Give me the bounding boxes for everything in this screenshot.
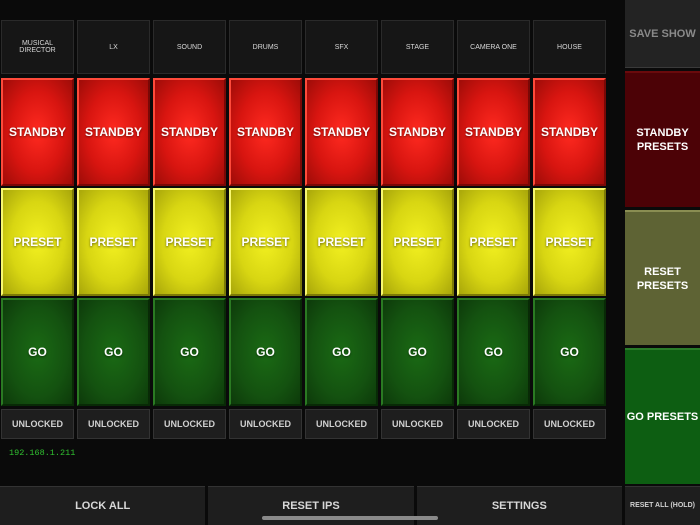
standby-button[interactable]: STANDBY (457, 78, 530, 186)
preset-button[interactable]: PRESET (229, 188, 302, 296)
standby-button[interactable]: STANDBY (533, 78, 606, 186)
go-button[interactable]: GO (457, 298, 530, 406)
preset-button[interactable]: PRESET (1, 188, 74, 296)
channel-column: MUSICAL DIRECTOR STANDBY PRESET GO UNLOC… (0, 20, 76, 439)
go-button[interactable]: GO (533, 298, 606, 406)
lock-toggle[interactable]: UNLOCKED (77, 409, 150, 439)
go-button[interactable]: GO (153, 298, 226, 406)
channel-name[interactable]: LX (77, 20, 150, 74)
standby-presets-button[interactable]: STANDBY PRESETS (625, 71, 700, 207)
standby-button[interactable]: STANDBY (229, 78, 302, 186)
preset-button[interactable]: PRESET (305, 188, 378, 296)
channel-name[interactable]: STAGE (381, 20, 454, 74)
channel-name[interactable]: SFX (305, 20, 378, 74)
standby-button[interactable]: STANDBY (153, 78, 226, 186)
standby-button[interactable]: STANDBY (77, 78, 150, 186)
lock-toggle[interactable]: UNLOCKED (457, 409, 530, 439)
ip-address: 192.168.1.211 (9, 448, 76, 458)
channel-column: SOUND STANDBY PRESET GO UNLOCKED (152, 20, 228, 439)
reset-presets-button[interactable]: RESET PRESETS (625, 210, 700, 345)
standby-button[interactable]: STANDBY (305, 78, 378, 186)
channel-column: SFX STANDBY PRESET GO UNLOCKED (304, 20, 380, 439)
go-button[interactable]: GO (305, 298, 378, 406)
preset-button[interactable]: PRESET (381, 188, 454, 296)
lock-toggle[interactable]: UNLOCKED (533, 409, 606, 439)
channel-column: CAMERA ONE STANDBY PRESET GO UNLOCKED (456, 20, 532, 439)
channel-column: HOUSE STANDBY PRESET GO UNLOCKED (532, 20, 608, 439)
lock-toggle[interactable]: UNLOCKED (1, 409, 74, 439)
lock-toggle[interactable]: UNLOCKED (381, 409, 454, 439)
channel-name[interactable]: CAMERA ONE (457, 20, 530, 74)
channel-grid: MUSICAL DIRECTOR STANDBY PRESET GO UNLOC… (0, 20, 608, 439)
channel-column: STAGE STANDBY PRESET GO UNLOCKED (380, 20, 456, 439)
channel-name[interactable]: MUSICAL DIRECTOR (1, 20, 74, 74)
preset-button[interactable]: PRESET (457, 188, 530, 296)
home-indicator[interactable] (262, 516, 438, 520)
go-button[interactable]: GO (1, 298, 74, 406)
go-button[interactable]: GO (77, 298, 150, 406)
go-button[interactable]: GO (229, 298, 302, 406)
reset-all-button[interactable]: RESET ALL (HOLD) (625, 486, 700, 525)
preset-button[interactable]: PRESET (153, 188, 226, 296)
lock-toggle[interactable]: UNLOCKED (305, 409, 378, 439)
go-presets-button[interactable]: GO PRESETS (625, 348, 700, 484)
lock-toggle[interactable]: UNLOCKED (229, 409, 302, 439)
save-show-button[interactable]: SAVE SHOW (625, 0, 700, 68)
go-button[interactable]: GO (381, 298, 454, 406)
lock-all-button[interactable]: LOCK ALL (0, 486, 206, 525)
channel-name[interactable]: SOUND (153, 20, 226, 74)
preset-button[interactable]: PRESET (533, 188, 606, 296)
lock-toggle[interactable]: UNLOCKED (153, 409, 226, 439)
channel-column: DRUMS STANDBY PRESET GO UNLOCKED (228, 20, 304, 439)
settings-button[interactable]: SETTINGS (416, 486, 622, 525)
preset-button[interactable]: PRESET (77, 188, 150, 296)
standby-button[interactable]: STANDBY (1, 78, 74, 186)
standby-button[interactable]: STANDBY (381, 78, 454, 186)
channel-name[interactable]: HOUSE (533, 20, 606, 74)
channel-name[interactable]: DRUMS (229, 20, 302, 74)
channel-column: LX STANDBY PRESET GO UNLOCKED (76, 20, 152, 439)
